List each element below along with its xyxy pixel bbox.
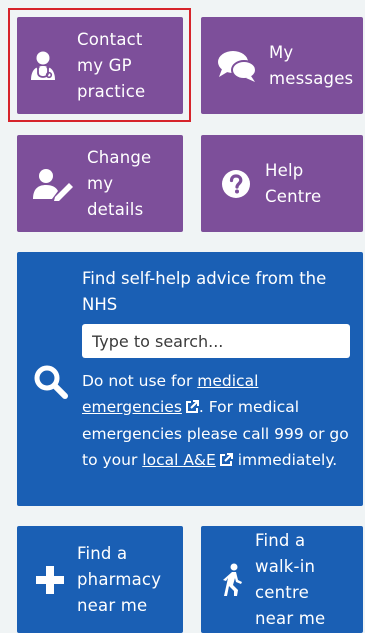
question-circle-icon — [219, 169, 253, 199]
find-pharmacy-tile[interactable]: Find a pharmacy near me — [17, 526, 183, 633]
my-messages-label: My messages — [269, 42, 354, 88]
self-help-title: Find self-help advice from the NHS — [82, 269, 327, 314]
self-help-card: Find self-help advice from the NHS Do no… — [17, 252, 363, 506]
walking-person-icon — [219, 563, 247, 597]
help-centre-label: Help Centre — [265, 160, 322, 206]
find-pharmacy-label: Find a pharmacy near me — [77, 543, 162, 615]
find-walkin-label: Find a walk-in centre near me — [255, 530, 326, 628]
contact-gp-tile[interactable]: Contact my GP practice — [17, 17, 183, 114]
local-ae-link[interactable]: local A&E — [142, 451, 233, 469]
help-text-intro: Do not use for — [82, 372, 198, 390]
user-edit-icon — [31, 167, 75, 201]
external-link-icon — [219, 450, 233, 476]
plus-icon — [33, 565, 67, 595]
change-details-label: Change my details — [87, 147, 152, 219]
search-icon — [33, 364, 69, 404]
help-centre-tile[interactable]: Help Centre — [201, 135, 363, 232]
find-walkin-tile[interactable]: Find a walk-in centre near me — [201, 526, 363, 633]
contact-gp-label: Contact my GP practice — [77, 29, 146, 101]
my-messages-tile[interactable]: My messages — [201, 17, 363, 114]
speech-bubbles-icon — [215, 49, 259, 83]
external-link-icon — [185, 397, 199, 423]
change-details-tile[interactable]: Change my details — [17, 135, 183, 232]
self-help-text: Do not use for medical emergencies. For … — [82, 369, 357, 475]
help-text-end: immediately. — [232, 450, 338, 469]
self-help-search-input[interactable] — [82, 324, 350, 358]
home-page: Contact my GP practice My messages Chang — [0, 0, 365, 633]
doctor-icon — [25, 50, 61, 82]
